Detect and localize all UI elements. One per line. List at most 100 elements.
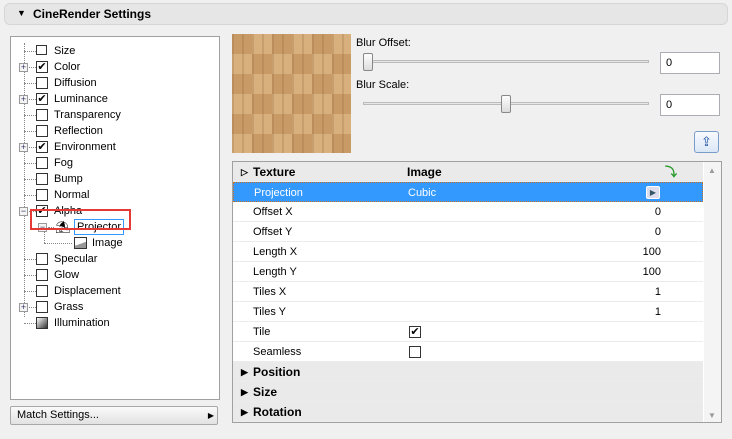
property-row[interactable]: Tile ✔ [233,322,703,342]
channel-checkbox[interactable] [36,269,48,281]
property-row[interactable]: Seamless [233,342,703,362]
size-icon [36,45,47,55]
texture-group-header[interactable]: ▷ Texture Image ⤵ [233,162,703,182]
panel-header[interactable]: ▼ CineRender Settings [4,3,728,25]
property-name: Offset Y [253,226,293,238]
blur-offset-slider[interactable] [363,60,649,63]
panel-title: CineRender Settings [33,7,152,21]
group-rotation[interactable]: ▶ Rotation [233,402,703,422]
expand-toggle[interactable]: + [19,63,28,72]
property-row[interactable]: Length X 100 [233,242,703,262]
tree-item-normal[interactable]: Normal [11,187,211,203]
group-value: Image [407,165,442,179]
property-number[interactable]: 1 [655,302,661,322]
collapse-triangle-icon[interactable]: ▼ [17,8,26,18]
property-row[interactable]: Projection Cubic ▶ [233,182,703,202]
channel-checkbox[interactable] [36,285,48,297]
property-row[interactable]: Tiles Y 1 [233,302,703,322]
expand-toggle[interactable]: + [19,303,28,312]
illumination-icon [36,317,48,329]
property-number[interactable]: 1 [655,282,661,302]
scroll-down-icon[interactable]: ▼ [708,411,716,420]
property-name: Tiles Y [253,306,287,318]
channel-checkbox[interactable] [36,189,48,201]
property-checkbox[interactable]: ✔ [409,326,421,338]
property-number[interactable]: 100 [643,242,661,262]
channel-checkbox[interactable] [36,173,48,185]
expand-toggle[interactable]: − [19,207,28,216]
expand-triangle-icon[interactable]: ▶ [241,402,248,422]
property-value: Cubic [408,187,437,199]
property-number[interactable]: 0 [655,222,661,242]
group-name: Rotation [253,405,302,419]
channel-checkbox[interactable]: ✔ [36,61,48,73]
tree-item-transparency[interactable]: Transparency [11,107,211,123]
blur-offset-input[interactable]: 0 [660,52,720,74]
tree-item-reflection[interactable]: Reflection [11,123,211,139]
property-name: Tiles X [253,286,287,298]
property-name: Seamless [253,346,302,358]
property-number[interactable]: 100 [643,262,661,282]
arrow-right-icon: ▶ [207,411,214,420]
blur-offset-label: Blur Offset: [356,37,411,49]
channel-checkbox[interactable] [36,157,48,169]
expand-triangle-icon[interactable]: ▶ [241,362,248,382]
export-settings-button[interactable]: ⇪ [694,131,719,153]
match-settings-label: Match Settings... [17,409,99,421]
property-row[interactable]: Tiles X 1 [233,282,703,302]
texture-preview [232,34,351,153]
tree-item-fog[interactable]: Fog [11,155,211,171]
property-name: Projection [254,187,303,199]
group-name: Texture [253,165,296,179]
tree-item-specular[interactable]: Specular [11,251,211,267]
property-row[interactable]: Offset X 0 [233,202,703,222]
property-name: Offset X [253,206,293,218]
tree-item-grass[interactable]: + Grass [11,299,211,315]
property-name: Length Y [253,266,297,278]
expand-toggle[interactable]: + [19,95,28,104]
group-position[interactable]: ▶ Position [233,362,703,382]
blur-offset-thumb[interactable] [363,53,373,71]
blur-scale-thumb[interactable] [501,95,511,113]
group-name: Size [253,385,278,399]
expand-triangle-icon[interactable]: ▷ [241,162,248,182]
scroll-up-icon[interactable]: ▲ [708,166,716,175]
channel-checkbox[interactable] [36,301,48,313]
property-checkbox[interactable] [409,346,421,358]
export-icon: ⇪ [701,134,712,149]
group-size[interactable]: ▶ Size [233,382,703,402]
channel-checkbox[interactable] [36,77,48,89]
match-settings-button[interactable]: Match Settings... ▶ [10,406,218,425]
tree-item-bump[interactable]: Bump [11,171,211,187]
image-icon [74,237,87,249]
channel-checkbox[interactable]: ✔ [36,93,48,105]
blur-scale-input[interactable]: 0 [660,94,720,116]
property-row[interactable]: Length Y 100 [233,262,703,282]
channel-checkbox[interactable] [36,125,48,137]
tree-item-image[interactable]: Image [11,235,211,251]
arrow-right-icon[interactable]: ▶ [646,186,660,199]
property-name: Length X [253,246,298,258]
expand-triangle-icon[interactable]: ▶ [241,382,248,402]
selection-highlight [30,209,131,230]
channel-checkbox[interactable] [36,109,48,121]
tree-item-glow[interactable]: Glow [11,267,211,283]
expand-toggle[interactable]: + [19,143,28,152]
blur-scale-label: Blur Scale: [356,79,410,91]
tree-item-displacement[interactable]: Displacement [11,283,211,299]
import-icon[interactable]: ⤵ [665,162,677,182]
tree-item-diffusion[interactable]: Diffusion [11,75,211,91]
scrollbar[interactable]: ▲ ▼ [704,162,721,422]
tree-item-environment[interactable]: + ✔ Environment [11,139,211,155]
tree-item-illumination[interactable]: Illumination [11,315,211,331]
property-number[interactable]: 0 [655,202,661,222]
group-name: Position [253,365,301,379]
channel-checkbox[interactable] [36,253,48,265]
tree-item-luminance[interactable]: + ✔ Luminance [11,91,211,107]
tree-item-size[interactable]: Size [11,43,211,59]
property-row[interactable]: Offset Y 0 [233,222,703,242]
property-table[interactable]: ▷ Texture Image ⤵ ▲ ▼ Projection Cubic ▶ … [232,161,722,423]
channel-checkbox[interactable]: ✔ [36,141,48,153]
property-name: Tile [253,326,271,338]
tree-item-color[interactable]: + ✔ Color [11,59,211,75]
